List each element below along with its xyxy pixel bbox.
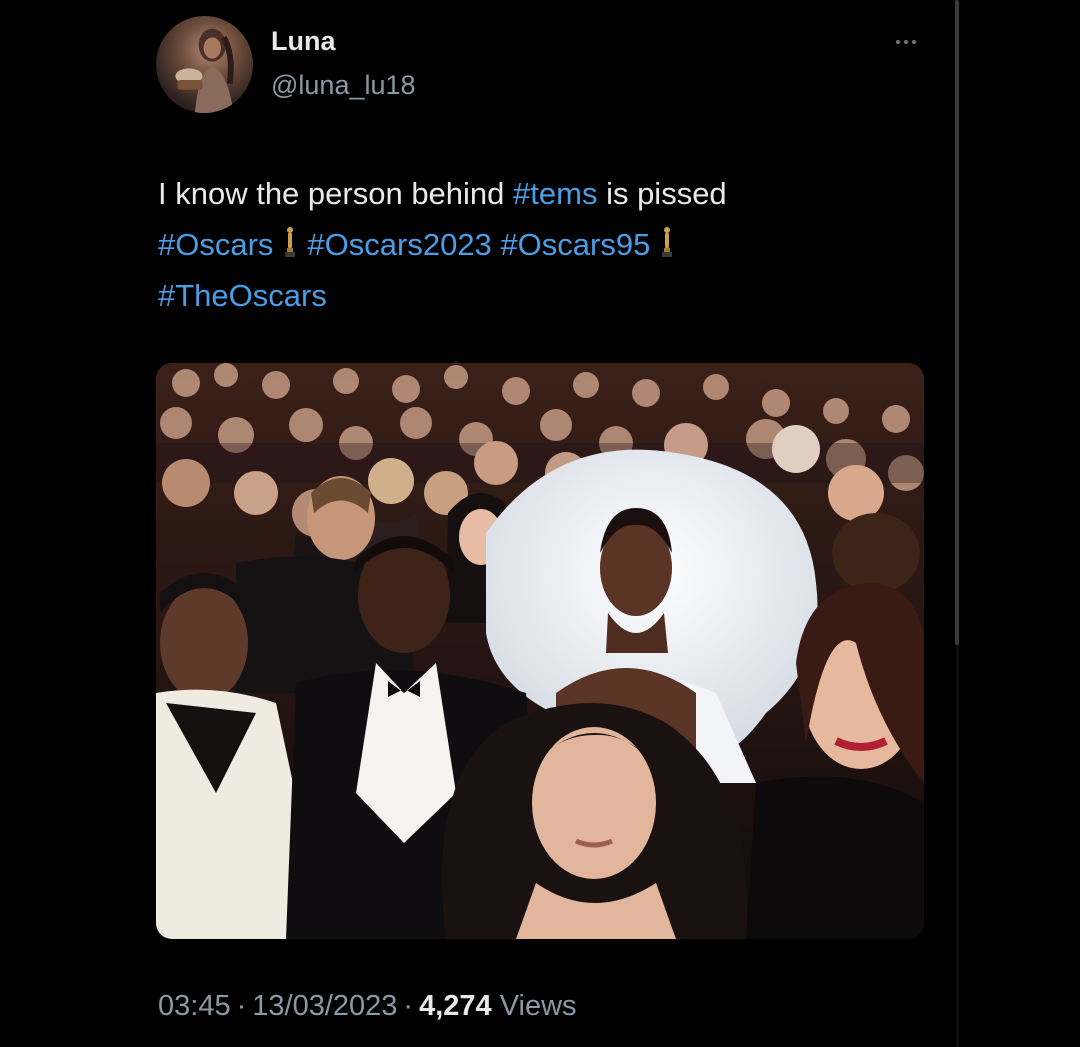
hashtag-link[interactable]: #TheOscars (158, 278, 327, 313)
tweet-text-segment: I know the person behind (158, 176, 514, 211)
tweet-text-line: #TheOscars (158, 270, 898, 321)
tweet-text-line: I know the person behind #tems is pissed (158, 168, 898, 219)
oscar-statuette-icon (283, 222, 297, 257)
hashtag-link[interactable]: #Oscars95 (500, 227, 650, 262)
hashtag-link[interactable]: #tems (513, 176, 597, 211)
tweet-photo[interactable] (156, 363, 924, 939)
avatar-image (175, 28, 234, 113)
more-options-button[interactable] (888, 30, 924, 54)
views-count: 4,274 (419, 990, 492, 1022)
audience-photo (156, 363, 924, 939)
user-handle[interactable]: @luna_lu18 (271, 70, 416, 101)
more-horizontal-icon-dot (904, 40, 908, 44)
hashtag-link[interactable]: #Oscars (158, 227, 273, 262)
meta-separator: · (236, 990, 247, 1022)
scrollbar-thumb[interactable] (955, 0, 959, 645)
tweet-time[interactable]: 03:45 (158, 990, 231, 1022)
more-horizontal-icon-dot (912, 40, 916, 44)
tweet-page: Luna @luna_lu18 I know the person behind… (0, 0, 1080, 1047)
tweet-meta: 03:45 · 13/03/2023 · 4,274 Views (158, 990, 577, 1023)
tweet-text-segment: is pissed (597, 176, 727, 211)
tweet-text-line: #Oscars #Oscars2023 #Oscars95 (158, 219, 898, 270)
oscar-statuette-icon (660, 222, 674, 257)
views-label: Views (499, 990, 577, 1022)
display-name[interactable]: Luna (271, 26, 336, 57)
more-horizontal-icon (896, 40, 900, 44)
avatar[interactable] (156, 16, 253, 113)
hashtag-link[interactable]: #Oscars2023 (307, 227, 491, 262)
meta-separator: · (403, 990, 414, 1022)
tweet-date[interactable]: 13/03/2023 (252, 990, 397, 1022)
tweet-text: I know the person behind #tems is pissed… (158, 168, 898, 321)
